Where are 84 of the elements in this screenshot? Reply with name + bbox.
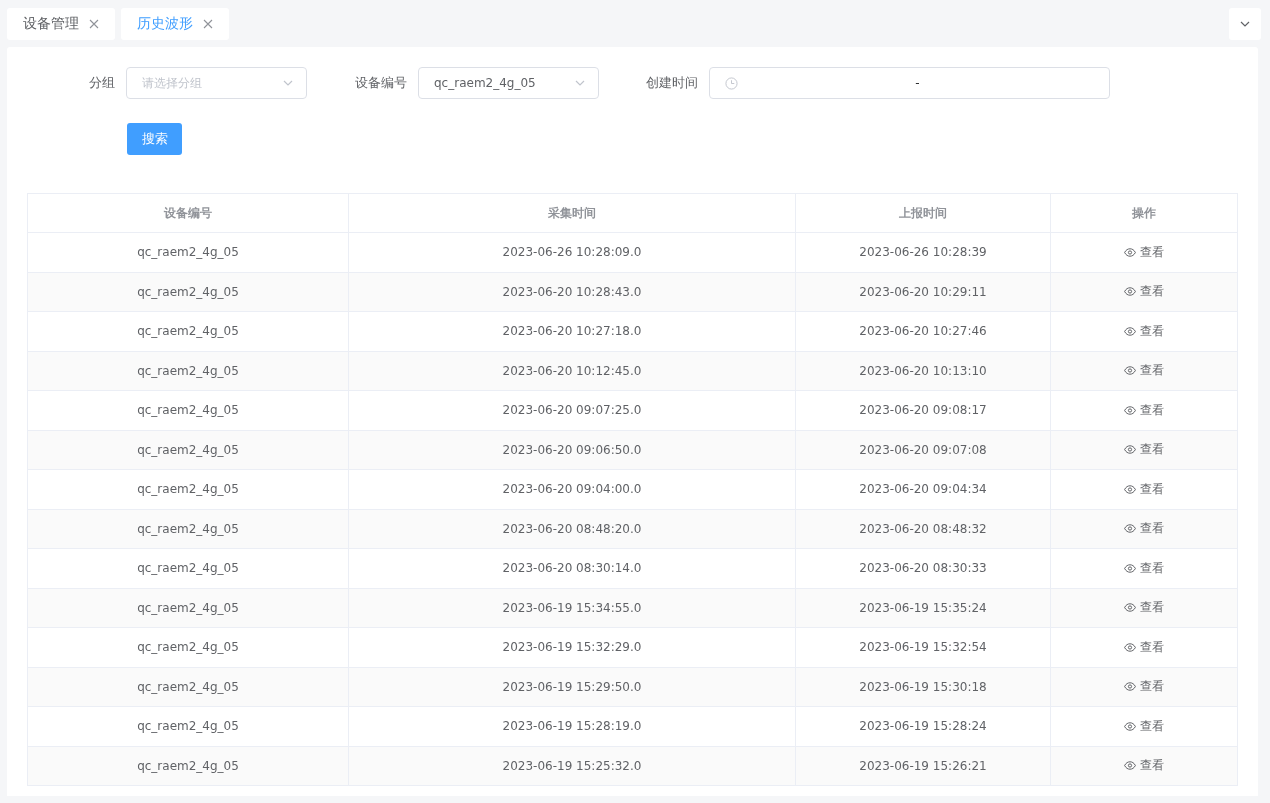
table-cell: qc_raem2_4g_05 (28, 707, 349, 746)
close-icon[interactable] (89, 18, 99, 29)
eye-icon (1124, 484, 1136, 494)
table-cell: 2023-06-19 15:26:21 (796, 746, 1051, 785)
table-cell: 2023-06-20 10:29:11 (796, 272, 1051, 311)
table-cell: qc_raem2_4g_05 (28, 628, 349, 667)
table-cell: qc_raem2_4g_05 (28, 312, 349, 351)
table-cell: 2023-06-20 08:48:32 (796, 509, 1051, 548)
table-cell: qc_raem2_4g_05 (28, 272, 349, 311)
eye-icon (1124, 642, 1136, 652)
column-header: 设备编号 (28, 194, 349, 232)
table-cell: 2023-06-19 15:34:55.0 (349, 588, 796, 627)
table-cell: 2023-06-20 10:12:45.0 (349, 351, 796, 390)
table-cell: 2023-06-20 09:06:50.0 (349, 430, 796, 469)
column-header: 操作 (1131, 204, 1157, 222)
table-cell: qc_raem2_4g_05 (28, 588, 349, 627)
eye-icon (1124, 287, 1136, 297)
eye-icon (1124, 721, 1136, 731)
view-link[interactable]: 查看 (1124, 243, 1164, 261)
table-cell: qc_raem2_4g_05 (28, 549, 349, 588)
table-cell: 2023-06-20 10:28:43.0 (349, 272, 796, 311)
eye-icon (1124, 366, 1136, 376)
table-cell: 2023-06-26 10:28:39 (796, 233, 1051, 272)
table-cell: 2023-06-20 10:27:18.0 (349, 312, 796, 351)
eye-icon (1124, 682, 1136, 692)
tab[interactable]: 设备管理 (7, 7, 115, 40)
table-cell: qc_raem2_4g_05 (28, 746, 349, 785)
table-cell: 2023-06-19 15:35:24 (796, 588, 1051, 627)
table-cell: 2023-06-19 15:32:54 (796, 628, 1051, 667)
view-link[interactable]: 查看 (1124, 283, 1164, 301)
table-cell: 2023-06-20 08:48:20.0 (349, 509, 796, 548)
table-cell: 2023-06-19 15:28:19.0 (349, 707, 796, 746)
table-cell: qc_raem2_4g_05 (28, 233, 349, 272)
table-cell: 2023-06-19 15:28:24 (796, 707, 1051, 746)
device-select[interactable]: qc_raem2_4g_05 (418, 67, 599, 99)
table-cell: 2023-06-20 10:27:46 (796, 312, 1051, 351)
group-label: 分组 (88, 74, 116, 92)
view-link[interactable]: 查看 (1124, 480, 1164, 498)
table-cell: 2023-06-20 09:04:00.0 (349, 470, 796, 509)
table-cell: qc_raem2_4g_05 (28, 351, 349, 390)
eye-icon (1124, 405, 1136, 415)
view-link[interactable]: 查看 (1124, 362, 1164, 380)
table-cell: 2023-06-20 09:04:34 (796, 470, 1051, 509)
eye-icon (1124, 524, 1136, 534)
eye-icon (1124, 761, 1136, 771)
table-cell: qc_raem2_4g_05 (28, 470, 349, 509)
table-cell: 2023-06-20 09:08:17 (796, 391, 1051, 430)
table-cell: 2023-06-19 15:30:18 (796, 667, 1051, 706)
table-cell: 2023-06-20 09:07:25.0 (349, 391, 796, 430)
created-time-label: 创建时间 (645, 74, 699, 92)
table-cell: 2023-06-19 15:32:29.0 (349, 628, 796, 667)
view-link[interactable]: 查看 (1124, 678, 1164, 696)
view-link[interactable]: 查看 (1124, 638, 1164, 656)
table-cell: 2023-06-19 15:25:32.0 (349, 746, 796, 785)
view-link[interactable]: 查看 (1124, 717, 1164, 735)
view-link[interactable]: 查看 (1124, 520, 1164, 538)
device-label: 设备编号 (354, 74, 408, 92)
view-link[interactable]: 查看 (1124, 599, 1164, 617)
clock-icon (725, 76, 738, 90)
eye-icon (1124, 326, 1136, 336)
table-cell: qc_raem2_4g_05 (28, 509, 349, 548)
view-link[interactable]: 查看 (1124, 322, 1164, 340)
table-cell: qc_raem2_4g_05 (28, 430, 349, 469)
view-link[interactable]: 查看 (1124, 401, 1164, 419)
eye-icon (1124, 247, 1136, 257)
table-cell: 2023-06-19 15:29:50.0 (349, 667, 796, 706)
eye-icon (1124, 563, 1136, 573)
view-link[interactable]: 查看 (1124, 441, 1164, 459)
table-cell: 2023-06-20 09:07:08 (796, 430, 1051, 469)
close-icon[interactable] (203, 18, 213, 29)
column-header: 采集时间 (349, 194, 796, 232)
date-range-field[interactable]: - (709, 67, 1110, 99)
table-cell: 2023-06-26 10:28:09.0 (349, 233, 796, 272)
table-cell: qc_raem2_4g_05 (28, 391, 349, 430)
table-cell: 2023-06-20 10:13:10 (796, 351, 1051, 390)
table-cell: 2023-06-20 08:30:14.0 (349, 549, 796, 588)
eye-icon (1124, 603, 1136, 613)
column-header: 上报时间 (796, 194, 1051, 232)
view-link[interactable]: 查看 (1124, 559, 1164, 577)
table-cell: qc_raem2_4g_05 (28, 667, 349, 706)
table-cell: 2023-06-20 08:30:33 (796, 549, 1051, 588)
eye-icon (1124, 445, 1136, 455)
range-separator: - (914, 76, 921, 90)
view-link[interactable]: 查看 (1124, 757, 1164, 775)
